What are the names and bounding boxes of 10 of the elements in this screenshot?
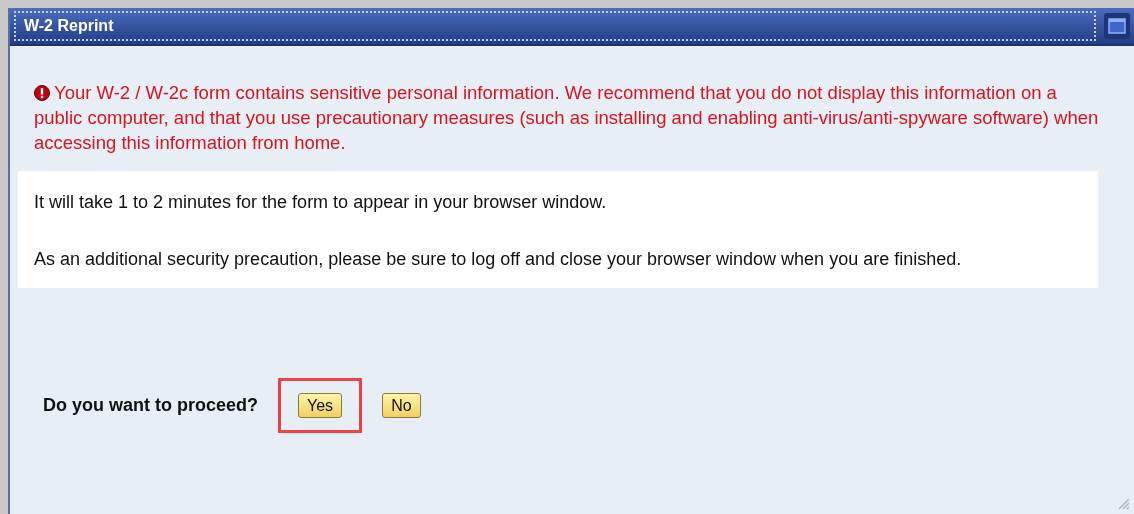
window-title: W-2 Reprint (14, 11, 1096, 41)
maximize-button[interactable] (1104, 13, 1130, 39)
maximize-icon (1108, 18, 1126, 34)
info-text: As an additional security precaution, please be sure to log off and close your browser window when you are finished. (34, 248, 963, 271)
answer-button[interactable]: No (382, 393, 421, 418)
warning-message: Your W-2 / W-2c form contains sensitive personal information. We recommend that you do not display this information on a public computer, and that you use precautionary measures (such as installing and enabling anti-virus/anti-spyware software) when accessing this information from home. (34, 81, 1100, 155)
proceed-question: Do you want to proceed? (43, 394, 258, 417)
answer-button[interactable]: Yes (298, 393, 343, 418)
info-text: It will take 1 to 2 minutes for the form to appear in your browser window. (34, 191, 608, 214)
error-icon (34, 85, 50, 101)
